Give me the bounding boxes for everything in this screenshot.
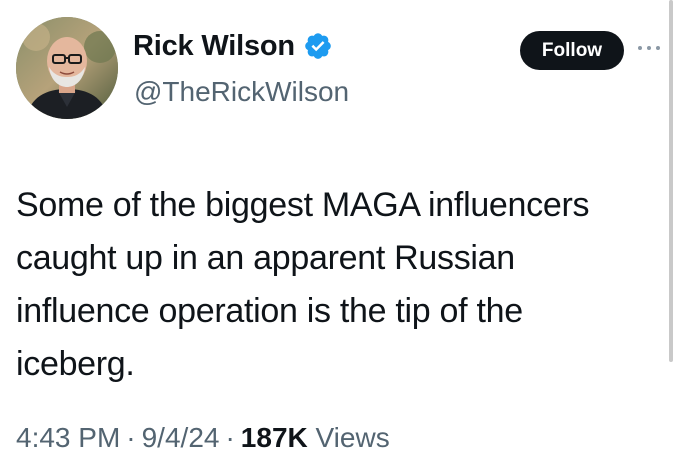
tweet-meta: 4:43 PM · 9/4/24 · 187K Views — [16, 418, 390, 458]
author-display-name[interactable]: Rick Wilson — [133, 28, 295, 64]
meta-separator: · — [225, 422, 235, 453]
views-count[interactable]: 187K — [241, 422, 308, 453]
ellipsis-dot — [638, 46, 642, 50]
author-handle[interactable]: @TheRickWilson — [134, 75, 349, 109]
tweet-time[interactable]: 4:43 PM — [16, 422, 120, 453]
author-avatar[interactable] — [16, 17, 118, 119]
author-name-row: Rick Wilson — [133, 28, 333, 64]
scrollbar[interactable] — [669, 0, 673, 362]
views-label: Views — [315, 422, 390, 453]
verified-badge-icon[interactable] — [303, 31, 333, 61]
ellipsis-dot — [647, 46, 651, 50]
tweet-date[interactable]: 9/4/24 — [142, 422, 220, 453]
ellipsis-dot — [656, 46, 660, 50]
tweet-card: Rick Wilson @TheRickWilson Follow Some o… — [0, 0, 680, 475]
follow-button[interactable]: Follow — [520, 31, 624, 70]
meta-separator: · — [126, 422, 136, 453]
more-options-icon[interactable] — [638, 42, 660, 54]
avatar-photo — [16, 17, 118, 119]
tweet-text: Some of the biggest MAGA influencers cau… — [16, 186, 590, 383]
